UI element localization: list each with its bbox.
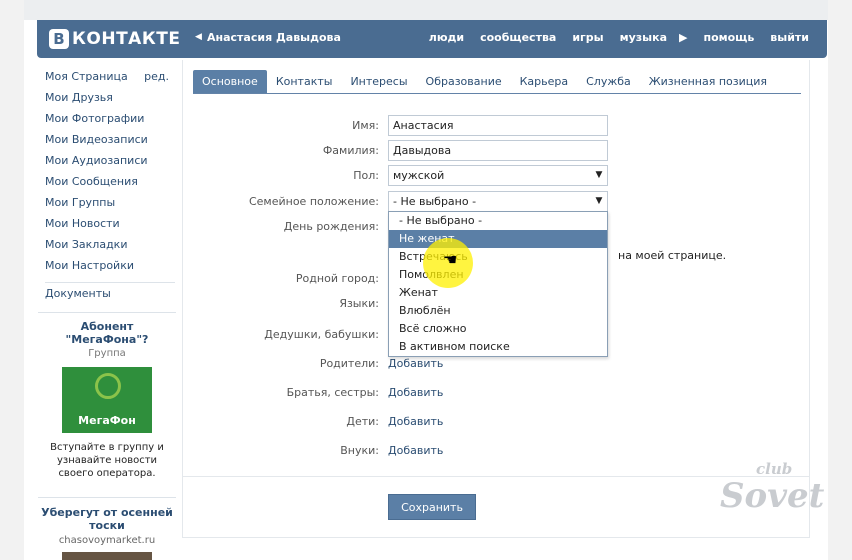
gender-label: Пол: [353,169,379,182]
megafon-logo-icon [95,373,121,399]
chevron-down-icon[interactable]: ▼ [591,166,607,185]
add-children-link[interactable]: Добавить [388,415,443,428]
dropdown-option[interactable]: Влюблён [389,302,607,320]
first-name-input[interactable]: Анастасия [388,115,608,136]
ad-megafon[interactable]: Абонент "МегаФона"? Группа МегаФон Вступ… [38,312,176,480]
first-name-label: Имя: [352,119,379,132]
header-user-name[interactable]: Анастасия Давыдова [207,31,341,44]
row-children: Дети: Добавить [183,411,811,433]
tab-bar: Основное Контакты Интересы Образование К… [193,70,801,94]
gender-value: мужской [393,169,445,182]
last-name-label: Фамилия: [322,144,379,157]
sidebar-item-audio[interactable]: Мои Аудиозаписи [45,150,175,171]
hometown-label: Родной город: [295,272,379,285]
ad-text: Вступайте в группу и узнавайте новости с… [50,442,164,479]
nav-communities[interactable]: сообщества [480,31,556,44]
sidebar-item-friends[interactable]: Мои Друзья [45,87,175,108]
row-first-name: Имя: Анастасия [183,115,811,137]
ad2-title[interactable]: Уберегут от осенней тоски [38,506,176,532]
last-name-input[interactable]: Давыдова [388,140,608,161]
tab-education[interactable]: Образование [417,70,511,93]
tab-career[interactable]: Карьера [511,70,578,93]
marital-dropdown-list[interactable]: - Не выбрано - Не женат Встречаюсь Помол… [388,211,608,357]
ad-brand: МегаФон [78,414,136,427]
sidebar-item-bookmarks[interactable]: Мои Закладки [45,234,175,255]
save-button[interactable]: Сохранить [388,494,476,520]
sidebar-item-videos[interactable]: Мои Видеозаписи [45,129,175,150]
chevron-down-icon[interactable]: ▼ [591,192,607,211]
gender-select[interactable]: мужской ▼ [388,165,608,186]
children-label: Дети: [346,415,379,428]
marital-value: - Не выбрано - [393,195,477,208]
hand-cursor-icon: ☚ [443,250,458,269]
siblings-label: Братья, сестры: [286,386,379,399]
grandchildren-label: Внуки: [340,444,379,457]
marital-label: Семейное положение: [248,195,379,208]
sidebar-item-settings[interactable]: Мои Настройки [45,255,175,276]
sidebar-item-my-page[interactable]: Моя Страница ред. [45,66,175,87]
ad2-image[interactable] [62,552,152,560]
sidebar-item-news[interactable]: Мои Новости [45,213,175,234]
row-marital: Семейное положение: - Не выбрано - ▼ [183,191,811,213]
play-icon[interactable]: ▶ [679,31,687,44]
header-nav: люди сообщества игры музыка ▶ помощь вый… [413,31,809,44]
logo-text: КОНТАКТЕ [72,29,181,49]
sidebar-item-label: Моя Страница [45,70,128,83]
dropdown-option[interactable]: - Не выбрано - [389,212,607,230]
sidebar-item-groups[interactable]: Мои Группы [45,192,175,213]
add-siblings-link[interactable]: Добавить [388,386,443,399]
ad-subtitle: Группа [88,348,126,359]
dropdown-option[interactable]: Всё сложно [389,320,607,338]
page-right-margin [828,0,852,560]
ad2-link[interactable]: chasovoymarket.ru [38,535,176,546]
ad-secondary[interactable]: Уберегут от осенней тоски chasovoymarket… [38,497,176,560]
row-grandchildren: Внуки: Добавить [183,440,811,462]
tab-contacts[interactable]: Контакты [267,70,342,93]
nav-people[interactable]: люди [429,31,464,44]
nav-logout[interactable]: выйти [770,31,809,44]
languages-label: Языки: [339,297,379,310]
nav-games[interactable]: игры [572,31,603,44]
tab-service[interactable]: Служба [577,70,640,93]
add-parents-link[interactable]: Добавить [388,357,443,370]
ad-title[interactable]: Абонент "МегаФона"? [38,320,176,346]
watermark-line2: Sovet [720,476,825,516]
add-grandchildren-link[interactable]: Добавить [388,444,443,457]
watermark-logo: club Sovet [716,460,826,530]
logo-letter: В [49,29,69,49]
tab-life-position[interactable]: Жизненная позиция [640,70,776,93]
sidebar-item-messages[interactable]: Мои Сообщения [45,171,175,192]
dropdown-option[interactable]: Помолвлен [389,266,607,284]
grandparents-label: Дедушки, бабушки: [264,328,379,341]
sidebar-item-documents[interactable]: Документы [45,283,175,304]
tab-interests[interactable]: Интересы [341,70,416,93]
nav-help[interactable]: помощь [703,31,754,44]
birthday-label: День рождения: [283,220,379,233]
page-left-margin [0,0,24,560]
ad-image[interactable]: МегаФон [62,367,152,433]
page: В КОНТАКТЕ ◀ Анастасия Давыдова люди соо… [0,0,852,560]
dropdown-option[interactable]: В активном поиске [389,338,607,356]
back-arrow-icon[interactable]: ◀ [195,32,202,42]
dropdown-option[interactable]: Встречаюсь [389,248,607,266]
dropdown-option-highlighted[interactable]: Не женат [389,230,607,248]
marital-select[interactable]: - Не выбрано - ▼ [388,191,608,212]
row-last-name: Фамилия: Давыдова [183,140,811,162]
sidebar-item-photos[interactable]: Мои Фотографии [45,108,175,129]
browser-top-strip [0,0,852,20]
dropdown-option[interactable]: Женат [389,284,607,302]
row-gender: Пол: мужской ▼ [183,165,811,187]
tab-basic[interactable]: Основное [193,70,267,93]
nav-music[interactable]: музыка [620,31,667,44]
left-sidebar: Моя Страница ред. Мои Друзья Мои Фотогра… [45,66,175,304]
show-on-page-note: на моей странице. [618,249,727,262]
sidebar-edit-link[interactable]: ред. [144,66,169,87]
top-header: В КОНТАКТЕ ◀ Анастасия Давыдова люди соо… [37,20,827,58]
vk-logo[interactable]: В КОНТАКТЕ [49,28,180,50]
parents-label: Родители: [319,357,379,370]
row-siblings: Братья, сестры: Добавить [183,382,811,404]
